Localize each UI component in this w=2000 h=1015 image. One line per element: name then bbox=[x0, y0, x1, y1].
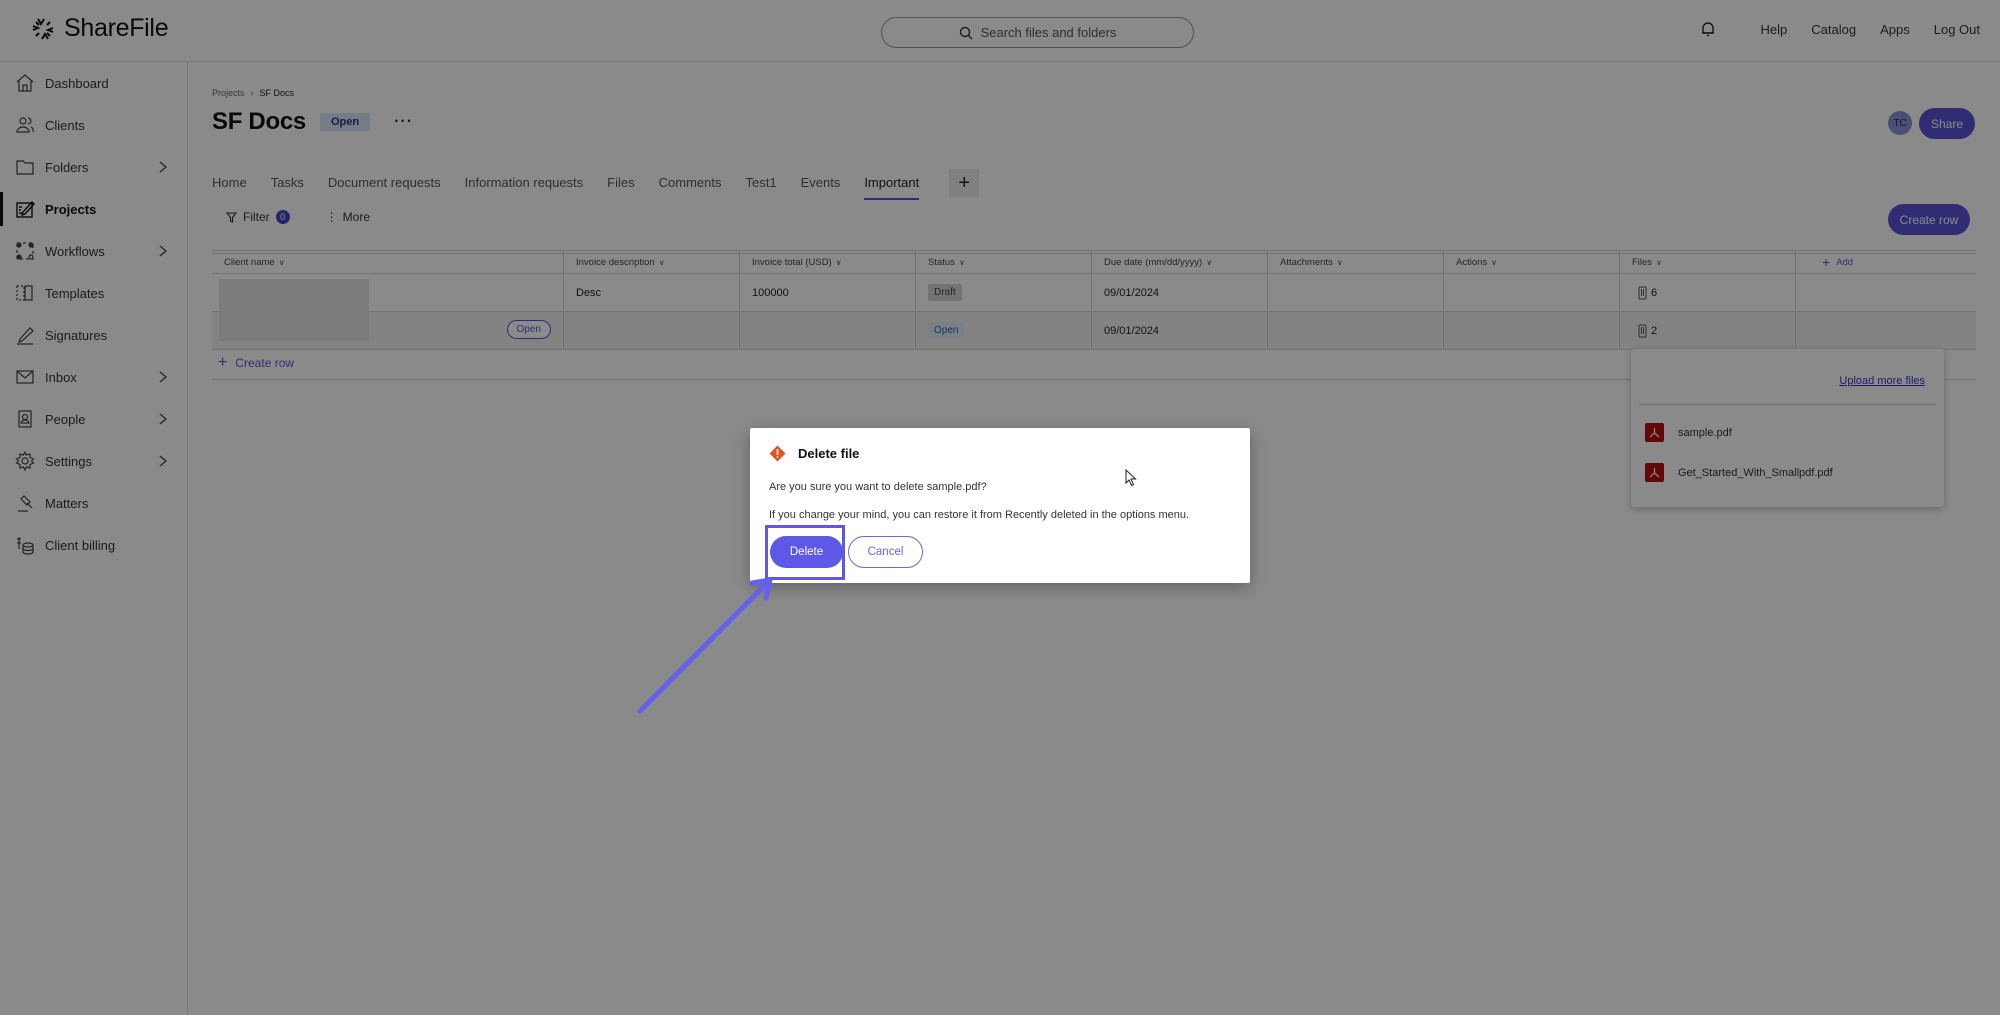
warning-icon bbox=[769, 445, 786, 462]
cancel-button[interactable]: Cancel bbox=[848, 536, 923, 568]
mouse-cursor-icon bbox=[1125, 469, 1137, 487]
dialog-header: Delete file bbox=[769, 445, 859, 462]
dialog-title: Delete file bbox=[798, 446, 860, 461]
delete-file-dialog: Delete file Are you sure you want to del… bbox=[750, 428, 1250, 583]
delete-button[interactable]: Delete bbox=[770, 536, 843, 568]
dialog-question: Are you sure you want to delete sample.p… bbox=[769, 481, 987, 493]
dialog-info: If you change your mind, you can restore… bbox=[769, 509, 1190, 521]
